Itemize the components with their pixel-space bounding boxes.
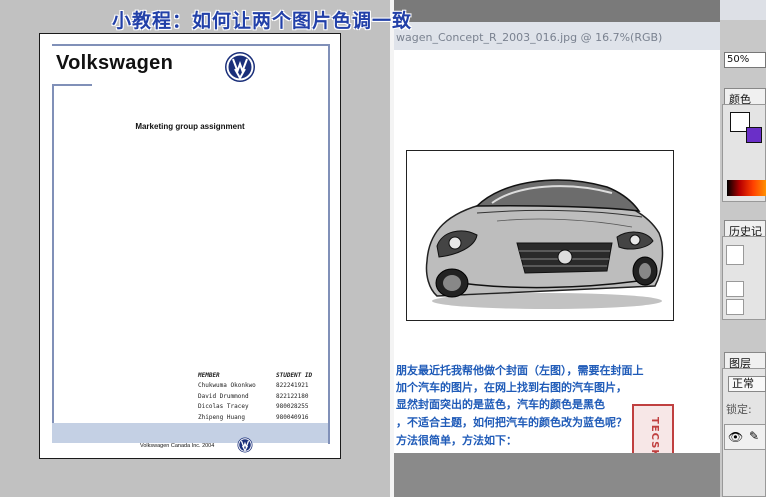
table-row: Chukwuma Okonkwo 822241921 xyxy=(198,381,312,392)
blend-mode-select[interactable]: 正常 xyxy=(728,376,766,392)
page-title: 小教程：如何让两个图片色调一致 xyxy=(112,10,413,32)
document-footer-bar xyxy=(52,423,328,443)
member-name: David Drummond xyxy=(198,392,249,400)
tab-layers[interactable]: 图层 xyxy=(724,352,766,370)
table-row: Dicolas Tracey 980028255 xyxy=(198,402,312,413)
brush-icon[interactable]: ✎ xyxy=(749,429,759,443)
text-line-1: 朋友最近托我帮他做个封面（左图），需要在封面上 xyxy=(396,364,644,377)
brand-wordmark: Volkswagen xyxy=(56,52,174,74)
text-line-4: ，不适合主题，如何把汽车的颜色改为蓝色呢？ xyxy=(396,416,627,429)
table-row: Zhipeng Huang 980040916 xyxy=(198,412,312,423)
document-subtitle: Marketing group assignment xyxy=(135,122,245,131)
options-bar xyxy=(720,0,766,20)
tab-history[interactable]: 历史记 xyxy=(724,220,766,238)
history-panel xyxy=(722,236,766,320)
color-spectrum[interactable] xyxy=(727,180,766,196)
text-line-2: 加个汽车的图片，在网上找到右图的汽车图片， xyxy=(396,381,627,394)
layer-visibility-row: 👁 ✎ xyxy=(724,424,766,450)
member-id: 980028255 xyxy=(276,403,309,411)
text-line-3: 显然封面突出的是蓝色，汽车的颜色是黑色 xyxy=(396,398,605,411)
document-footer-text: Volkswagen Canada Inc. 2004 xyxy=(140,443,215,449)
car-photo xyxy=(406,150,674,321)
text-line-5: 方法很简单，方法如下： xyxy=(396,434,517,447)
member-table: MEMBER STUDENT ID Chukwuma Okonkwo 82224… xyxy=(198,370,312,423)
history-state-item[interactable] xyxy=(726,299,744,315)
member-id: 822241921 xyxy=(276,382,309,390)
header-student-id: STUDENT ID xyxy=(276,371,313,379)
vw-logo-icon xyxy=(225,52,255,82)
member-id: 822122180 xyxy=(276,392,309,400)
table-header: MEMBER STUDENT ID xyxy=(198,370,312,381)
history-state-item[interactable] xyxy=(726,281,744,297)
member-name: Dicolas Tracey xyxy=(198,403,249,411)
history-brush-icon[interactable] xyxy=(726,245,744,265)
header-member: MEMBER xyxy=(198,371,220,379)
vw-logo-small-icon xyxy=(237,437,253,453)
lock-label: 锁定: xyxy=(726,403,752,416)
tab-color[interactable]: 颜色 xyxy=(724,88,766,106)
zoom-input[interactable]: 50% xyxy=(724,52,766,68)
image-window-title: wagen_Concept_R_2003_016.jpg @ 16.7%(RGB… xyxy=(396,31,663,44)
member-name: Zhipeng Huang xyxy=(198,413,245,421)
document-frame-inner xyxy=(52,84,92,86)
document-frame-left xyxy=(52,84,54,439)
table-row: David Drummond 822122180 xyxy=(198,391,312,402)
car-sketch-image xyxy=(407,151,673,320)
document-page: Volkswagen Marketing group assignment ME… xyxy=(39,33,341,459)
image-window-bottom xyxy=(394,453,720,497)
member-id: 980040916 xyxy=(276,413,309,421)
eye-icon[interactable]: 👁 xyxy=(728,430,743,444)
member-name: Chukwuma Okonkwo xyxy=(198,382,256,390)
background-color-swatch[interactable] xyxy=(746,127,762,143)
